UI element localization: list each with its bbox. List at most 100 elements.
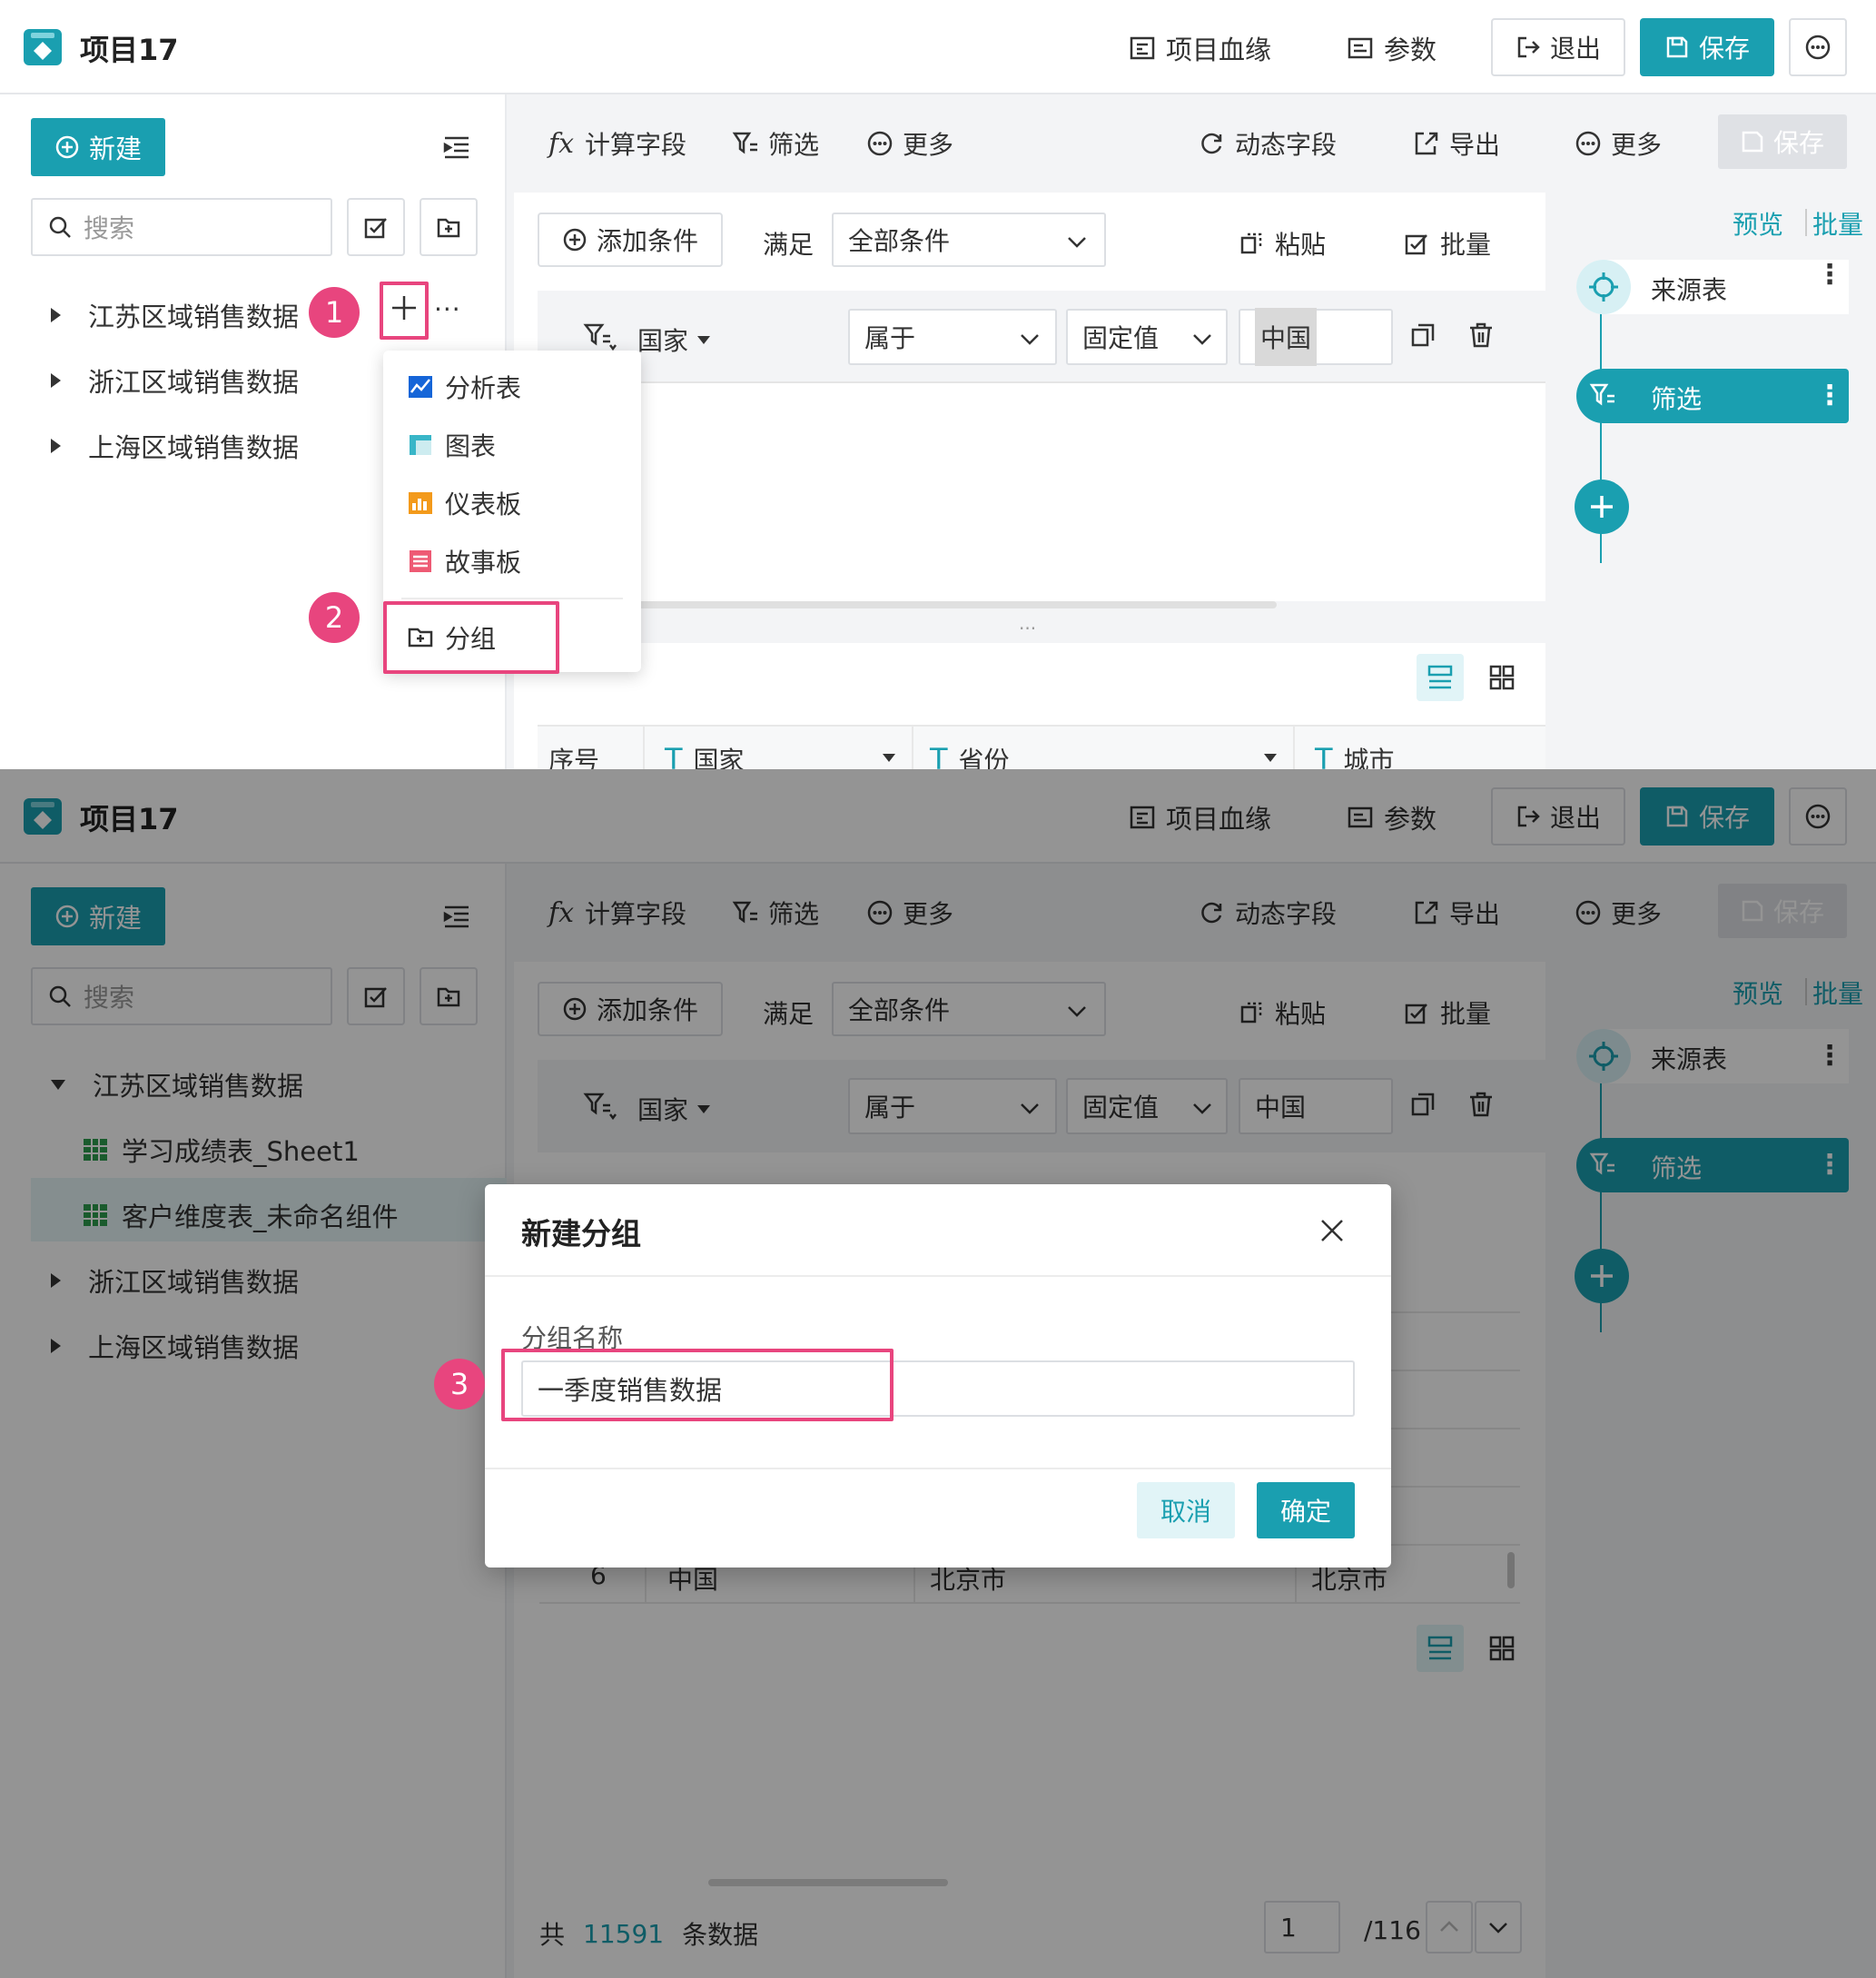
tree-item-label: 浙江区域销售数据 — [88, 367, 300, 398]
plus-circle-icon — [562, 227, 587, 252]
condition-row: 国家 属于 固定值 中国 — [538, 291, 1545, 383]
more-button[interactable]: 更多 — [866, 125, 953, 162]
toolbar-save-button[interactable]: 保存 — [1718, 114, 1847, 169]
preview-link[interactable]: 预览 — [1733, 205, 1783, 242]
step-panel-top: 项目17 项目血缘 参数 退出 保存 新建 搜索 江苏区域销售数据 浙江区域销售… — [0, 0, 1876, 769]
source-node-label: 来源表 — [1651, 275, 1728, 305]
analysis-icon — [407, 373, 434, 401]
node-menu-icon[interactable]: ⋮ — [1816, 262, 1843, 289]
menu-item-dashboard[interactable]: 仪表板 — [407, 485, 521, 521]
add-condition-label: 添加条件 — [596, 226, 698, 256]
caret-down-icon — [697, 335, 711, 344]
value-input[interactable]: 中国 — [1239, 308, 1393, 366]
more-button-2[interactable]: 更多 — [1575, 125, 1662, 162]
menu-item-analysis[interactable]: 分析表 — [407, 369, 521, 405]
crosshair-icon — [1576, 260, 1631, 314]
grid-view-icon[interactable] — [1478, 654, 1525, 701]
close-icon[interactable] — [1318, 1217, 1346, 1244]
confirm-label: 确定 — [1279, 1497, 1331, 1527]
header-label: 省份 — [958, 746, 1010, 769]
condition-mode-select[interactable]: 全部条件 — [832, 213, 1106, 267]
add-node-button[interactable] — [1575, 480, 1629, 534]
highlight-group-name — [501, 1349, 894, 1421]
toolbar-save-label: 保存 — [1772, 128, 1824, 158]
caret-right-icon — [51, 373, 61, 388]
params-button[interactable]: 参数 — [1348, 29, 1437, 67]
tree-item-shanghai[interactable]: 上海区域销售数据 — [51, 427, 299, 465]
value-type-value: 固定值 — [1082, 323, 1160, 353]
menu-item-story[interactable]: 故事板 — [407, 543, 521, 579]
params-label: 参数 — [1384, 35, 1437, 65]
copy-icon[interactable] — [1409, 321, 1437, 349]
save-button[interactable]: 保存 — [1640, 18, 1774, 76]
ellipsis-circle-icon — [1575, 130, 1602, 157]
collapse-menu-icon[interactable] — [443, 134, 470, 160]
more-options-button[interactable] — [1789, 18, 1847, 76]
paste-button[interactable]: 粘贴 — [1239, 225, 1326, 262]
value-type-select[interactable]: 固定值 — [1066, 309, 1228, 365]
app-logo-icon — [24, 29, 62, 65]
save-label: 保存 — [1698, 34, 1750, 64]
lineage-icon — [1130, 35, 1155, 61]
node-menu-icon[interactable]: ⋮ — [1816, 380, 1843, 411]
field-select[interactable]: 国家 — [637, 321, 711, 358]
highlight-group-item — [383, 601, 559, 674]
step-panel-bottom: 项目17 项目血缘 参数 退出 保存 新建 搜索 江苏区域销售数据 学习成绩表_… — [0, 769, 1876, 1978]
params-icon — [1348, 35, 1373, 61]
export-icon — [1413, 130, 1440, 157]
plus-circle-icon — [54, 134, 80, 160]
delete-icon[interactable] — [1467, 321, 1495, 349]
export-button[interactable]: 导出 — [1413, 125, 1500, 162]
exit-label: 退出 — [1549, 34, 1601, 64]
save-icon — [1664, 35, 1690, 60]
list-view-icon[interactable] — [1417, 654, 1464, 701]
search-icon — [47, 214, 73, 240]
chart-icon — [407, 431, 434, 459]
batch-select-button[interactable] — [347, 198, 405, 256]
text-type-icon: T — [1315, 742, 1333, 769]
dialog-divider — [485, 1275, 1391, 1277]
search-input[interactable]: 搜索 — [31, 198, 332, 256]
batch-link[interactable]: 批量 — [1812, 205, 1863, 242]
header-province[interactable]: T 省份 — [930, 741, 1010, 769]
header-city[interactable]: T 城市 — [1315, 741, 1395, 769]
calc-field-button[interactable]: fx 计算字段 — [548, 125, 686, 162]
horizontal-scrollbar[interactable] — [605, 601, 1277, 608]
caret-down-icon[interactable] — [883, 754, 895, 762]
new-folder-button[interactable] — [420, 198, 478, 256]
batch-edit-icon — [1404, 231, 1429, 256]
checkbox-edit-icon — [363, 214, 389, 240]
batch-label: 批量 — [1440, 230, 1492, 260]
tree-item-zhejiang[interactable]: 浙江区域销售数据 — [51, 361, 299, 400]
header-index: 序号 — [548, 746, 600, 769]
lineage-button[interactable]: 项目血缘 — [1130, 29, 1271, 67]
exit-button[interactable]: 退出 — [1491, 18, 1625, 76]
step-badge-1: 1 — [309, 287, 360, 338]
flow-node-source[interactable]: 来源表 ⋮ — [1576, 260, 1849, 314]
header-country[interactable]: T 国家 — [665, 741, 745, 769]
dynamic-field-button[interactable]: 动态字段 — [1199, 125, 1337, 162]
confirm-button[interactable]: 确定 — [1257, 1482, 1355, 1538]
resize-handle[interactable]: ··· — [1019, 618, 1036, 639]
menu-item-label: 故事板 — [445, 548, 522, 578]
tree-item-jiangsu[interactable]: 江苏区域销售数据 — [51, 296, 299, 334]
operator-select[interactable]: 属于 — [848, 309, 1057, 365]
dialog-footer-divider — [485, 1468, 1391, 1469]
chevron-down-icon — [1066, 231, 1088, 252]
add-condition-button[interactable]: 添加条件 — [538, 213, 723, 267]
more-dots-icon[interactable]: ··· — [434, 294, 461, 324]
menu-item-chart[interactable]: 图表 — [407, 427, 496, 463]
chevron-down-icon — [1191, 328, 1213, 350]
caret-down-icon[interactable] — [1264, 754, 1277, 762]
new-button[interactable]: 新建 — [31, 118, 165, 176]
project-title: 项目17 — [80, 33, 179, 67]
filter-button[interactable]: 筛选 — [732, 125, 819, 162]
flow-node-filter[interactable]: 筛选 ⋮ — [1576, 369, 1849, 423]
filter-field-icon — [583, 321, 617, 352]
batch-button[interactable]: 批量 — [1404, 225, 1491, 262]
cancel-button[interactable]: 取消 — [1137, 1482, 1235, 1538]
tree-item-label: 江苏区域销售数据 — [88, 302, 300, 332]
menu-item-label: 图表 — [445, 431, 497, 461]
header-label: 城市 — [1343, 746, 1395, 769]
more-label: 更多 — [903, 130, 954, 160]
